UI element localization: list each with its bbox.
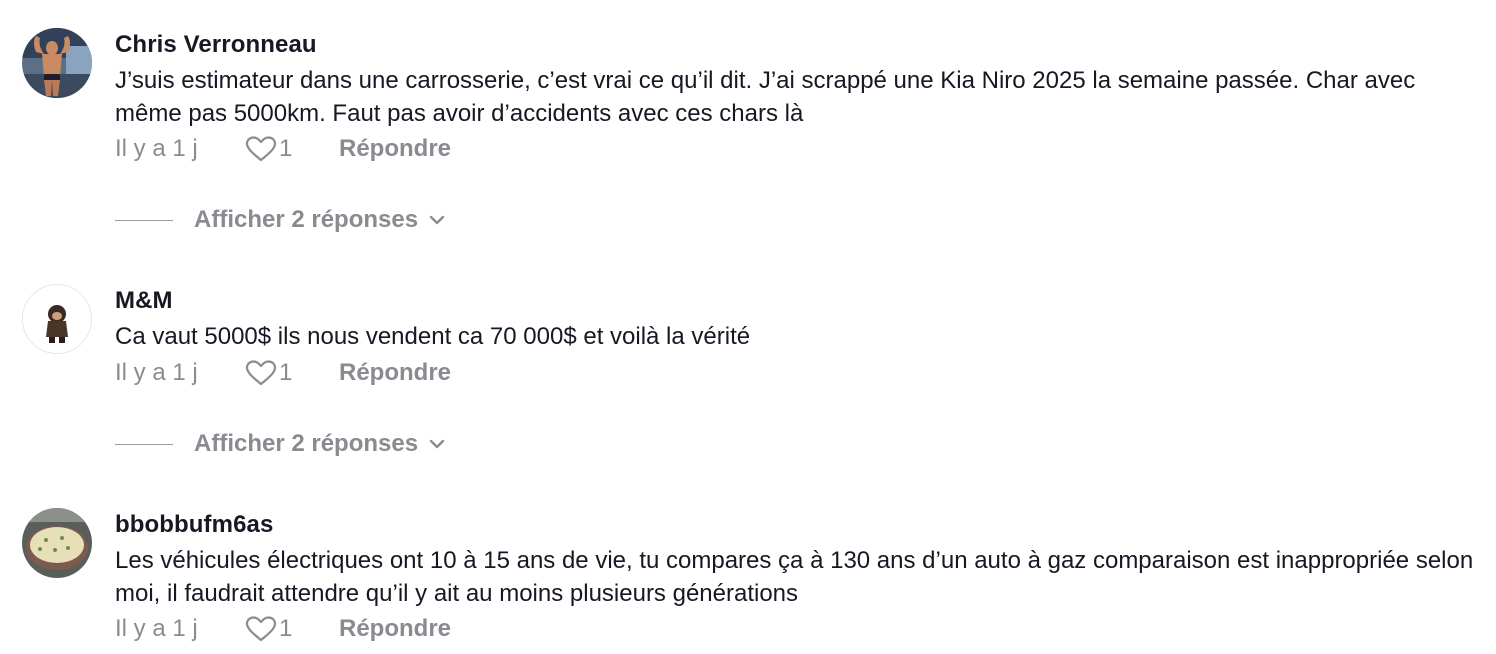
comment-text: Les véhicules électriques ont 10 à 15 an… <box>115 547 1474 607</box>
comment-text: J’suis estimateur dans une carrosserie, … <box>115 67 1416 127</box>
like-count: 1 <box>279 359 293 386</box>
view-replies-label: Afficher 2 réponses <box>194 206 419 233</box>
like-count: 1 <box>279 615 293 642</box>
figurine-photo-icon <box>23 285 91 353</box>
divider-line <box>115 219 173 221</box>
comment-timestamp: Il y a 1 j <box>115 359 198 386</box>
view-replies-button[interactable]: Afficher 2 réponses <box>115 203 446 237</box>
comments-list: Chris Verronneau J’suis estimateur dans … <box>0 0 1496 654</box>
comment-meta: Il y a 1 j 1 Répondre <box>115 131 451 167</box>
like-button[interactable]: 1 <box>245 615 339 643</box>
chevron-down-icon <box>429 439 445 449</box>
view-replies-button[interactable]: Afficher 2 réponses <box>115 427 446 461</box>
reply-button[interactable]: Répondre <box>339 135 451 163</box>
heart-icon <box>245 360 277 386</box>
avatar[interactable] <box>22 28 92 98</box>
avatar[interactable] <box>22 508 92 578</box>
avatar[interactable] <box>22 284 92 354</box>
reply-button[interactable]: Répondre <box>339 615 451 643</box>
divider-line <box>115 443 173 445</box>
like-button[interactable]: 1 <box>245 359 339 387</box>
food-photo-icon <box>22 508 92 578</box>
heart-icon <box>245 616 277 642</box>
like-count: 1 <box>279 135 293 162</box>
comment-text: Ca vaut 5000$ ils nous vendent ca 70 000… <box>115 323 751 350</box>
comment-username[interactable]: Chris Verronneau <box>115 31 317 59</box>
heart-icon <box>245 136 277 162</box>
comment-meta: Il y a 1 j 1 Répondre <box>115 355 451 391</box>
comment-timestamp: Il y a 1 j <box>115 135 198 162</box>
comment-meta: Il y a 1 j 1 Répondre <box>115 611 451 647</box>
comment-username[interactable]: bbobbufm6as <box>115 511 273 539</box>
like-button[interactable]: 1 <box>245 135 339 163</box>
comment-username[interactable]: M&M <box>115 287 173 315</box>
comment-timestamp: Il y a 1 j <box>115 615 198 642</box>
view-replies-label: Afficher 2 réponses <box>194 430 419 457</box>
reply-button[interactable]: Répondre <box>339 359 451 387</box>
bodybuilder-photo-icon <box>22 28 92 98</box>
chevron-down-icon <box>429 215 445 225</box>
